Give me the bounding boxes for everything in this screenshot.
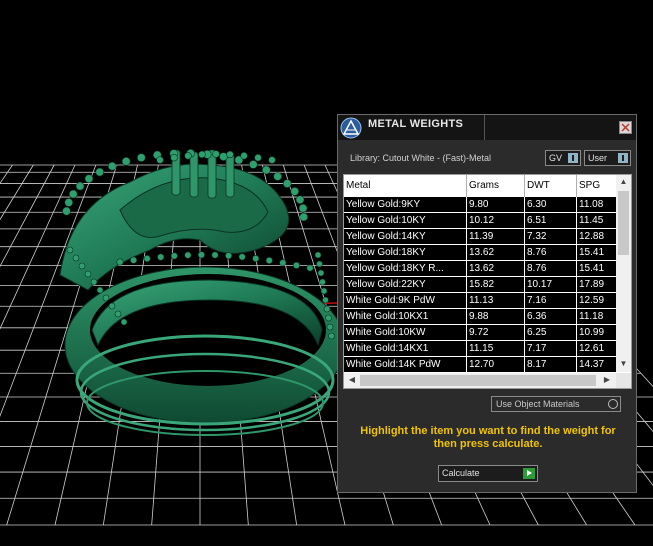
toggle-switch-icon bbox=[568, 153, 578, 163]
cell-spg: 17.89 bbox=[579, 279, 605, 290]
cell-dwt: 7.17 bbox=[525, 341, 577, 356]
table-row[interactable]: White Gold:9K PdW 11.13 7.16 12.59 bbox=[344, 293, 616, 309]
use-object-materials-option[interactable]: Use Object Materials bbox=[491, 396, 621, 412]
cell-metal: Yellow Gold:10KY bbox=[344, 213, 467, 228]
column-header-dwt[interactable]: DWT bbox=[525, 175, 577, 197]
cell-grams: 11.15 bbox=[467, 341, 525, 356]
cell-grams: 11.39 bbox=[467, 229, 525, 244]
vertical-scroll-thumb[interactable] bbox=[618, 191, 629, 255]
cell-grams: 10.12 bbox=[467, 213, 525, 228]
play-arrow-icon[interactable] bbox=[523, 468, 535, 479]
cell-spg: 14.37 bbox=[579, 359, 605, 370]
radio-circle-icon[interactable] bbox=[608, 399, 618, 409]
gv-toggle-label: GV bbox=[549, 153, 563, 163]
ring-model bbox=[59, 149, 346, 436]
table-body: Yellow Gold:9KY 9.80 6.30 11.08 Yellow Gold:… bbox=[344, 197, 616, 373]
cell-spg: 15.41 bbox=[579, 263, 605, 274]
titlebar-divider bbox=[484, 115, 485, 140]
cell-grams: 9.80 bbox=[467, 197, 525, 212]
metal-weights-panel: METAL WEIGHTS Library: Cutout White - (F… bbox=[337, 114, 637, 493]
close-button[interactable] bbox=[619, 121, 632, 134]
cell-metal: Yellow Gold:18KY bbox=[344, 245, 467, 260]
cell-grams: 11.13 bbox=[467, 293, 525, 308]
cell-metal: Yellow Gold:9KY bbox=[344, 197, 467, 212]
gv-toggle[interactable]: GV bbox=[545, 150, 581, 166]
cell-metal: Yellow Gold:14KY bbox=[344, 229, 467, 244]
scroll-up-icon[interactable]: ▲ bbox=[616, 177, 631, 189]
cell-spg: 15.41 bbox=[579, 247, 605, 258]
cell-dwt: 7.16 bbox=[525, 293, 577, 308]
table-row[interactable]: Yellow Gold:9KY 9.80 6.30 11.08 bbox=[344, 197, 616, 213]
cell-spg: 11.08 bbox=[579, 199, 604, 210]
table-header: Metal Grams DWT SPG bbox=[344, 175, 616, 197]
user-toggle[interactable]: User bbox=[584, 150, 631, 166]
table-row[interactable]: Yellow Gold:10KY 10.12 6.51 11.45 bbox=[344, 213, 616, 229]
cell-dwt: 7.32 bbox=[525, 229, 577, 244]
cell-spg: 11.45 bbox=[579, 215, 604, 226]
table-row[interactable]: White Gold:10KW 9.72 6.25 10.99 bbox=[344, 325, 616, 341]
metal-weights-table: Metal Grams DWT SPG Yellow Gold:9KY 9.80 6… bbox=[343, 174, 632, 389]
library-label: Library: Cutout White - (Fast)-Metal bbox=[350, 153, 492, 163]
cell-spg: 12.59 bbox=[579, 295, 605, 306]
column-header-spg[interactable]: SPG bbox=[577, 175, 616, 197]
scroll-left-icon[interactable]: ◀ bbox=[346, 375, 358, 386]
column-header-grams[interactable]: Grams bbox=[467, 175, 525, 197]
cell-metal: White Gold:10KX1 bbox=[344, 309, 467, 324]
cell-dwt: 8.76 bbox=[525, 261, 577, 276]
calculate-button[interactable]: Calculate bbox=[438, 465, 538, 482]
cell-grams: 13.62 bbox=[467, 261, 525, 276]
cell-dwt: 6.30 bbox=[525, 197, 577, 212]
table-row[interactable]: Yellow Gold:18KY 13.62 8.76 15.41 bbox=[344, 245, 616, 261]
panel-title: METAL WEIGHTS bbox=[368, 118, 464, 130]
cell-grams: 9.72 bbox=[467, 325, 525, 340]
use-object-materials-label: Use Object Materials bbox=[496, 399, 580, 409]
cell-dwt: 6.36 bbox=[525, 309, 577, 324]
cell-dwt: 8.17 bbox=[525, 357, 577, 372]
cell-dwt: 8.76 bbox=[525, 245, 577, 260]
cell-dwt: 6.25 bbox=[525, 325, 577, 340]
cell-dwt: 6.51 bbox=[525, 213, 577, 228]
cell-spg: 12.88 bbox=[579, 231, 605, 242]
cell-grams: 9.88 bbox=[467, 309, 525, 324]
cell-metal: White Gold:10KW bbox=[344, 325, 467, 340]
cell-metal: White Gold:14K PdW bbox=[344, 357, 467, 372]
cell-spg: 12.61 bbox=[579, 343, 605, 354]
cell-spg: 11.18 bbox=[579, 311, 604, 322]
scrollbar-corner bbox=[616, 373, 631, 388]
cell-metal: White Gold:14KX1 bbox=[344, 341, 467, 356]
horizontal-scrollbar[interactable]: ◀ ▶ bbox=[344, 373, 616, 388]
scroll-down-icon[interactable]: ▼ bbox=[616, 359, 631, 371]
calculate-label: Calculate bbox=[442, 468, 480, 478]
rhino-logo-icon bbox=[340, 117, 362, 139]
cell-dwt: 10.17 bbox=[525, 277, 577, 292]
scroll-right-icon[interactable]: ▶ bbox=[601, 375, 613, 386]
cell-metal: White Gold:9K PdW bbox=[344, 293, 467, 308]
column-header-metal[interactable]: Metal bbox=[344, 175, 467, 197]
cell-grams: 12.70 bbox=[467, 357, 525, 372]
panel-titlebar[interactable]: METAL WEIGHTS bbox=[338, 115, 636, 140]
toggle-switch-icon bbox=[618, 153, 628, 163]
horizontal-scroll-thumb[interactable] bbox=[360, 375, 596, 386]
vertical-scrollbar[interactable]: ▲ ▼ bbox=[616, 175, 631, 372]
instruction-text: Highlight the item you want to find the … bbox=[360, 425, 616, 450]
cell-metal: Yellow Gold:18KY R... bbox=[344, 261, 467, 276]
close-icon bbox=[621, 123, 630, 132]
cell-spg: 10.99 bbox=[579, 327, 605, 338]
cell-grams: 13.62 bbox=[467, 245, 525, 260]
cell-grams: 15.82 bbox=[467, 277, 525, 292]
table-row[interactable]: Yellow Gold:18KY R... 13.62 8.76 15.41 bbox=[344, 261, 616, 277]
cell-metal: Yellow Gold:22KY bbox=[344, 277, 467, 292]
table-row[interactable]: White Gold:14KX1 11.15 7.17 12.61 bbox=[344, 341, 616, 357]
table-row[interactable]: White Gold:14K PdW 12.70 8.17 14.37 bbox=[344, 357, 616, 373]
table-row[interactable]: Yellow Gold:22KY 15.82 10.17 17.89 bbox=[344, 277, 616, 293]
table-row[interactable]: Yellow Gold:14KY 11.39 7.32 12.88 bbox=[344, 229, 616, 245]
user-toggle-label: User bbox=[588, 153, 608, 163]
table-row[interactable]: White Gold:10KX1 9.88 6.36 11.18 bbox=[344, 309, 616, 325]
